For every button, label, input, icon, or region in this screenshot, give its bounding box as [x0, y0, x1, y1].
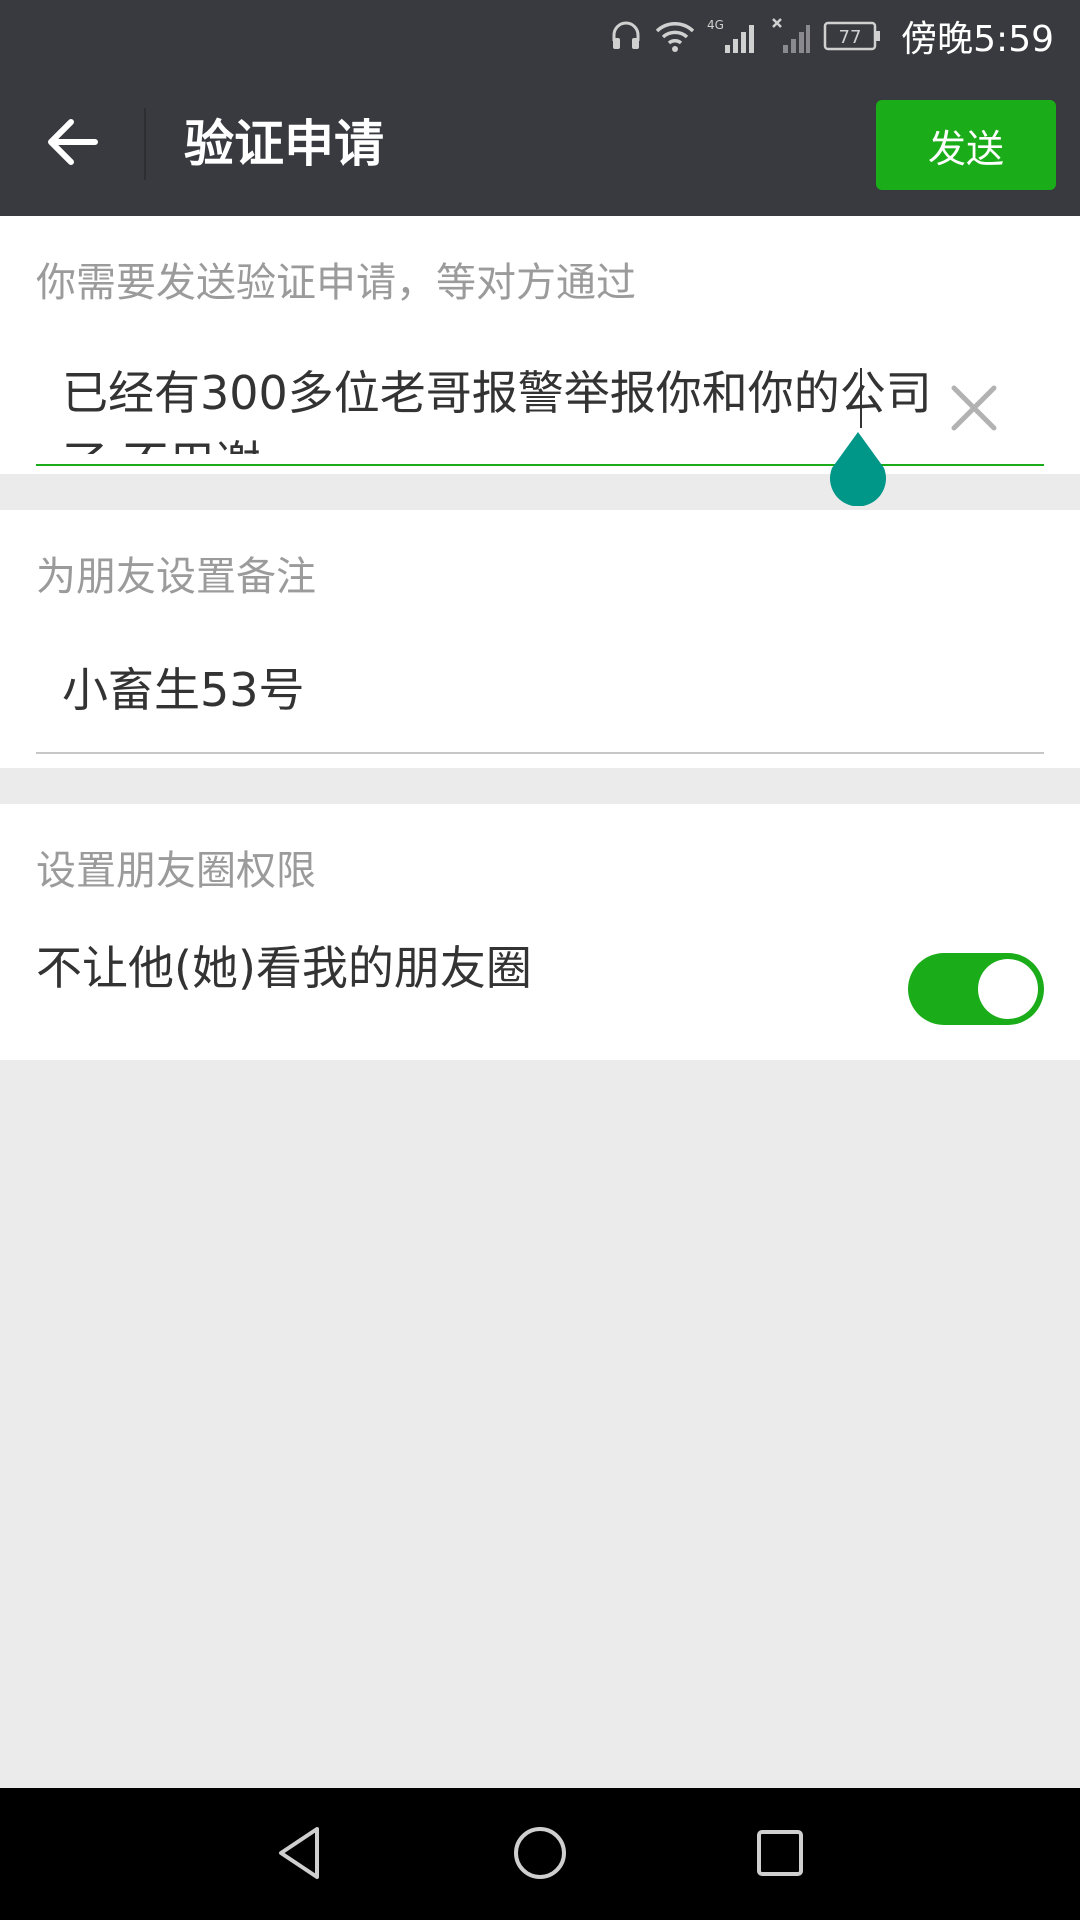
text-selection-handle[interactable]	[828, 432, 888, 507]
triangle-back-icon	[269, 1823, 329, 1887]
remark-value[interactable]: 小畜生53号	[62, 660, 305, 720]
remark-section-label: 为朋友设置备注	[36, 554, 316, 600]
circle-home-icon	[510, 1823, 570, 1887]
verify-message-field[interactable]: 已经有300多位老哥报警举报你和你的公司了,不用谢	[36, 348, 1044, 507]
verify-section-label: 你需要发送验证申请，等对方通过	[36, 260, 636, 306]
wifi-icon	[655, 19, 695, 53]
toggle-knob	[978, 959, 1038, 1019]
signal-4g-icon: 4G	[707, 17, 759, 55]
verify-message-text[interactable]: 已经有300多位老哥报警举报你和你的公司了,不用谢	[62, 358, 942, 454]
close-icon	[950, 384, 998, 436]
page-title: 验证申请	[184, 115, 384, 173]
remark-section: 为朋友设置备注 小畜生53号	[0, 510, 1080, 768]
nav-recent-button[interactable]	[735, 1810, 825, 1900]
title-bar: 验证申请 发送	[0, 72, 1080, 216]
text-cursor	[860, 368, 862, 428]
nav-back-button[interactable]	[254, 1810, 344, 1900]
signal-no-sim-icon	[771, 17, 811, 55]
hide-moments-toggle[interactable]	[908, 953, 1044, 1025]
privacy-section: 设置朋友圈权限 不让他(她)看我的朋友圈	[0, 804, 1080, 1060]
privacy-section-label: 设置朋友圈权限	[36, 848, 316, 894]
verify-section: 你需要发送验证申请，等对方通过 已经有300多位老哥报警举报你和你的公司了,不用…	[0, 216, 1080, 507]
title-divider	[144, 108, 146, 180]
clear-button[interactable]	[944, 380, 1004, 440]
status-time: 傍晚5:59	[901, 19, 1054, 60]
battery-icon: 77	[823, 19, 883, 53]
status-bar: 4G 77 傍晚5:59	[0, 0, 1080, 72]
square-recent-icon	[750, 1823, 810, 1887]
network-type-label: 4G	[707, 18, 724, 32]
system-nav-bar	[0, 1788, 1080, 1920]
nav-home-button[interactable]	[495, 1810, 585, 1900]
send-button[interactable]: 发送	[876, 100, 1056, 190]
back-button[interactable]	[36, 108, 108, 180]
headset-icon	[609, 19, 643, 53]
arrow-left-icon	[45, 118, 99, 170]
remark-field[interactable]: 小畜生53号	[36, 638, 1044, 754]
battery-level: 77	[839, 27, 862, 48]
hide-moments-label: 不让他(她)看我的朋友圈	[36, 941, 532, 995]
